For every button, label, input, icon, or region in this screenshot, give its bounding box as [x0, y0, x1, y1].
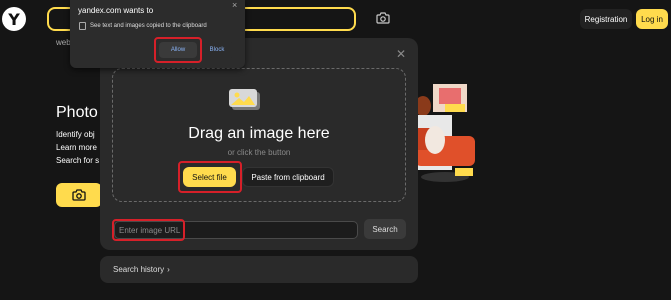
- camera-search-button[interactable]: [374, 9, 392, 27]
- highlight-select-file: [178, 161, 242, 193]
- tab-web[interactable]: web: [56, 38, 71, 47]
- drop-subtitle: or click the button: [227, 148, 291, 157]
- hero-line: Identify obj: [56, 130, 95, 139]
- login-button[interactable]: Log in: [636, 9, 668, 29]
- clipboard-icon: [79, 22, 86, 30]
- search-history-button[interactable]: Search history ›: [100, 256, 418, 283]
- search-url-button[interactable]: Search: [364, 219, 406, 239]
- hero-line: Search for s: [56, 156, 100, 165]
- highlight-allow-button: [154, 37, 202, 63]
- drop-title: Drag an image here: [188, 125, 330, 142]
- logo-letter: Y: [8, 9, 20, 29]
- paste-from-clipboard-button[interactable]: Paste from clipboard: [242, 167, 334, 187]
- history-label: Search history: [113, 265, 165, 274]
- registration-button[interactable]: Registration: [580, 9, 632, 29]
- popup-title: yandex.com wants to: [78, 6, 154, 15]
- block-button[interactable]: Block: [200, 42, 234, 58]
- highlight-url-input: [112, 219, 185, 241]
- image-icon: [229, 89, 260, 110]
- hero-line: Learn more: [56, 143, 97, 152]
- hero-camera-button[interactable]: [56, 183, 102, 207]
- camera-icon: [376, 12, 390, 24]
- hero-title: Photo: [56, 104, 98, 121]
- popup-message: See text and images copied to the clipbo…: [90, 23, 207, 29]
- yandex-logo[interactable]: Y: [2, 7, 26, 31]
- close-icon[interactable]: ✕: [396, 47, 406, 61]
- camera-icon: [72, 189, 86, 201]
- chevron-right-icon: ›: [167, 265, 170, 274]
- popup-close-icon[interactable]: ×: [232, 0, 237, 10]
